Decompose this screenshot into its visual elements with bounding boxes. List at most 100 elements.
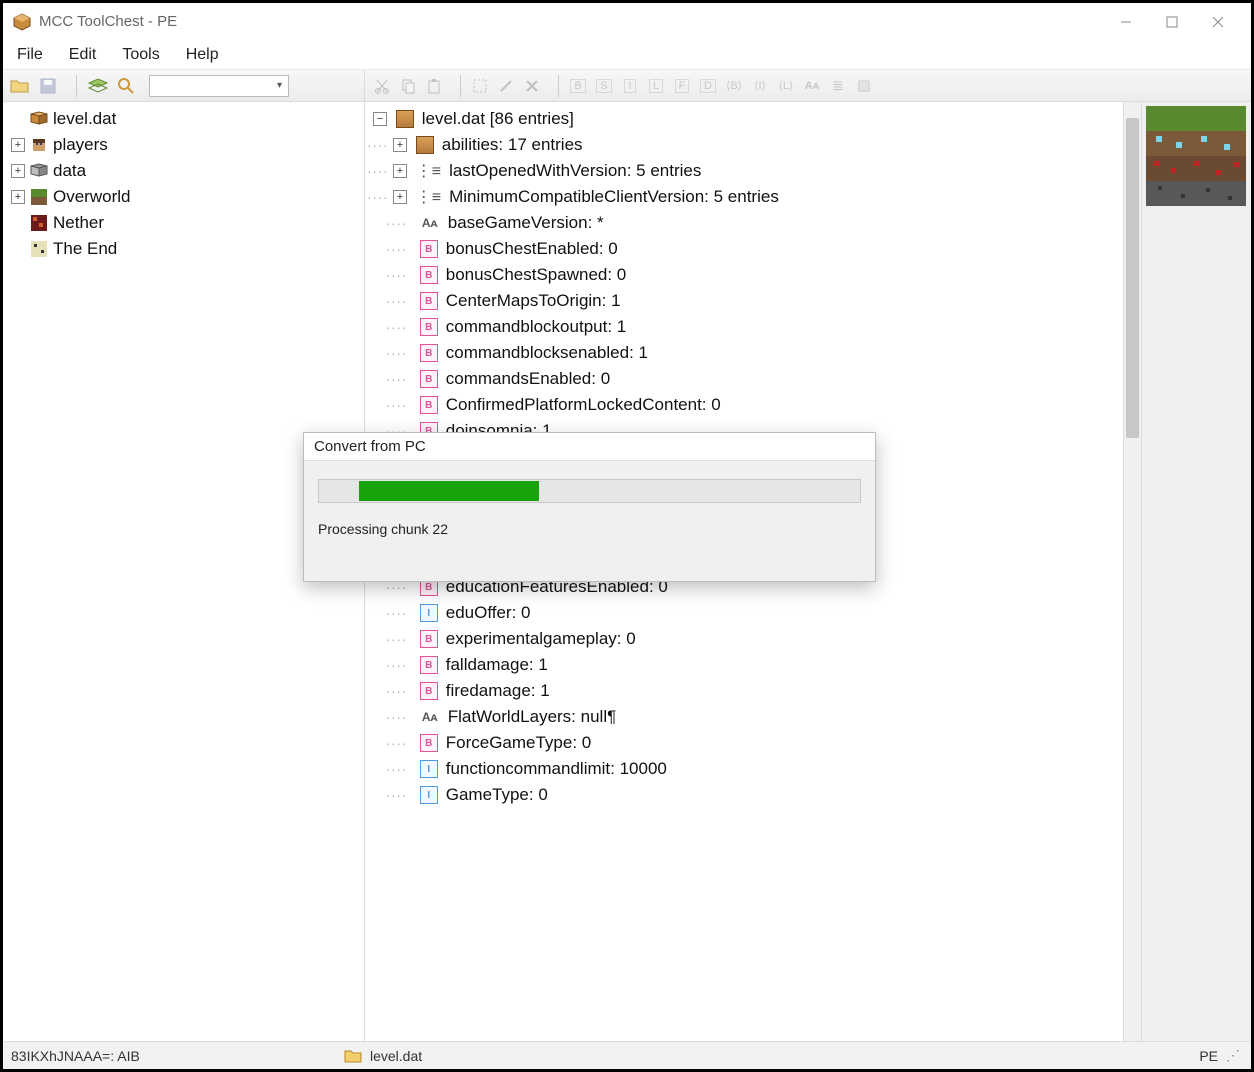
tree-guide: ···· — [367, 658, 411, 673]
nbt-node[interactable]: ···· Bfalldamage: 1 — [367, 652, 1121, 678]
menu-edit[interactable]: Edit — [69, 46, 97, 64]
convert-dialog: Convert from PC Processing chunk 22 — [303, 432, 876, 582]
world-tree-item[interactable]: +Overworld — [5, 184, 362, 210]
edit-icon[interactable] — [495, 75, 517, 97]
nbt-node[interactable]: ···· B ForceGameType: 0 — [367, 730, 1121, 756]
byte-icon: B — [420, 370, 438, 388]
world-item-icon — [29, 239, 49, 259]
cut-icon[interactable] — [371, 75, 393, 97]
nbt-node[interactable]: ····+ abilities: 17 entries — [367, 132, 1121, 158]
tag-long-icon[interactable]: L — [645, 75, 667, 97]
compound-icon — [416, 136, 434, 154]
menu-tools[interactable]: Tools — [122, 46, 159, 64]
world-tree-item[interactable]: The End — [5, 236, 362, 262]
world-tree-item[interactable]: +data — [5, 158, 362, 184]
tag-longarray-icon[interactable]: ⟨L⟩ — [775, 75, 797, 97]
menu-help[interactable]: Help — [186, 46, 219, 64]
close-button[interactable] — [1195, 6, 1241, 38]
tag-float-icon[interactable]: F — [671, 75, 693, 97]
world-tree-item[interactable]: +players — [5, 132, 362, 158]
dialog-status: Processing chunk 22 — [318, 521, 861, 537]
world-item-label: Nether — [53, 213, 104, 233]
tree-guide: ···· — [367, 398, 411, 413]
selector-dropdown[interactable]: ▾ — [149, 75, 289, 97]
world-item-label: level.dat — [53, 109, 116, 129]
tag-compound-icon[interactable] — [853, 75, 875, 97]
tree-guide: ···· — [367, 268, 411, 283]
tree-guide: ···· — [367, 736, 411, 751]
toolbar-right: B S I L F D ⟨B⟩ ⟨I⟩ ⟨L⟩ Aᴀ ≣ — [365, 70, 1251, 101]
maximize-button[interactable] — [1149, 6, 1195, 38]
nbt-node-label: CenterMapsToOrigin: 1 — [446, 291, 621, 311]
nbt-node[interactable]: ···· BbonusChestSpawned: 0 — [367, 262, 1121, 288]
nbt-node[interactable]: ···· Bexperimentalgameplay: 0 — [367, 626, 1121, 652]
tree-spacer — [11, 242, 25, 256]
toolbar-separator — [69, 75, 77, 97]
tree-guide: ···· — [367, 138, 391, 153]
nbt-node[interactable]: ····+ ⋮≡MinimumCompatibleClientVersion: … — [367, 184, 1121, 210]
tree-guide: ···· — [367, 710, 411, 725]
byte-icon: B — [420, 266, 438, 284]
tag-short-icon[interactable]: S — [593, 75, 615, 97]
resize-grip-icon: ⋰ — [1226, 1047, 1237, 1064]
tag-bytearray-icon[interactable]: ⟨B⟩ — [723, 75, 745, 97]
nbt-node[interactable]: ···· BConfirmedPlatformLockedContent: 0 — [367, 392, 1121, 418]
nbt-node[interactable]: ···· IeduOffer: 0 — [367, 600, 1121, 626]
dialog-title: Convert from PC — [304, 433, 875, 461]
open-folder-icon[interactable] — [9, 75, 31, 97]
nbt-node-label: ForceGameType: 0 — [446, 733, 592, 753]
status-right: PE ⋰ — [1199, 1047, 1251, 1064]
byte-icon: B — [420, 292, 438, 310]
collapse-toggle[interactable]: − — [373, 112, 387, 126]
expand-toggle[interactable]: + — [11, 164, 25, 178]
nbt-node[interactable]: ···· BbonusChestEnabled: 0 — [367, 236, 1121, 262]
expand-toggle[interactable]: + — [11, 190, 25, 204]
tag-byte-icon[interactable]: B — [567, 75, 589, 97]
scrollbar[interactable] — [1123, 102, 1141, 1041]
expand-toggle[interactable]: + — [393, 164, 407, 178]
nbt-node[interactable]: ···· IGameType: 0 — [367, 782, 1121, 808]
search-icon[interactable] — [115, 75, 137, 97]
nbt-node-label: ConfirmedPlatformLockedContent: 0 — [446, 395, 721, 415]
paste-icon[interactable] — [423, 75, 445, 97]
tag-list-icon[interactable]: ≣ — [827, 75, 849, 97]
nbt-node[interactable]: ····+ ⋮≡lastOpenedWithVersion: 5 entries — [367, 158, 1121, 184]
toolbar-separator — [453, 75, 461, 97]
tag-intarray-icon[interactable]: ⟨I⟩ — [749, 75, 771, 97]
tag-string-icon[interactable]: Aᴀ — [801, 75, 823, 97]
tag-int-icon[interactable]: I — [619, 75, 641, 97]
world-tree-item[interactable]: Nether — [5, 210, 362, 236]
nbt-node[interactable]: ···· Bcommandblockoutput: 1 — [367, 314, 1121, 340]
nbt-node[interactable]: ···· Bfiredamage: 1 — [367, 678, 1121, 704]
copy-icon[interactable] — [397, 75, 419, 97]
world-tree-item[interactable]: level.dat — [5, 106, 362, 132]
nbt-root[interactable]: − level.dat [86 entries] — [367, 106, 1121, 132]
scrollbar-thumb[interactable] — [1126, 118, 1139, 438]
nbt-root-label: level.dat [86 entries] — [422, 109, 574, 129]
nbt-node[interactable]: ···· AᴀbaseGameVersion: * — [367, 210, 1121, 236]
expand-toggle[interactable]: + — [393, 138, 407, 152]
nbt-node[interactable]: ···· AᴀFlatWorldLayers: null¶ — [367, 704, 1121, 730]
nbt-node-label: functioncommandlimit: 10000 — [446, 759, 667, 779]
minimize-button[interactable] — [1103, 6, 1149, 38]
nbt-node[interactable]: ···· BcommandsEnabled: 0 — [367, 366, 1121, 392]
delete-icon[interactable] — [521, 75, 543, 97]
string-icon: Aᴀ — [420, 216, 440, 230]
tag-double-icon[interactable]: D — [697, 75, 719, 97]
tree-guide: ···· — [367, 216, 411, 231]
byte-icon: B — [420, 734, 438, 752]
save-icon[interactable] — [37, 75, 59, 97]
status-path: level.dat — [370, 1048, 422, 1064]
nbt-node-label: lastOpenedWithVersion: 5 entries — [449, 161, 701, 181]
tree-guide: ···· — [367, 372, 411, 387]
nbt-node[interactable]: ···· Ifunctioncommandlimit: 10000 — [367, 756, 1121, 782]
layers-icon[interactable] — [87, 75, 109, 97]
nbt-node[interactable]: ···· Bcommandblocksenabled: 1 — [367, 340, 1121, 366]
expand-toggle[interactable]: + — [393, 190, 407, 204]
expand-toggle[interactable]: + — [11, 138, 25, 152]
tree-guide: ···· — [367, 632, 411, 647]
select-icon[interactable] — [469, 75, 491, 97]
menu-file[interactable]: File — [17, 46, 43, 64]
nbt-node[interactable]: ···· BCenterMapsToOrigin: 1 — [367, 288, 1121, 314]
tree-guide: ···· — [367, 320, 411, 335]
